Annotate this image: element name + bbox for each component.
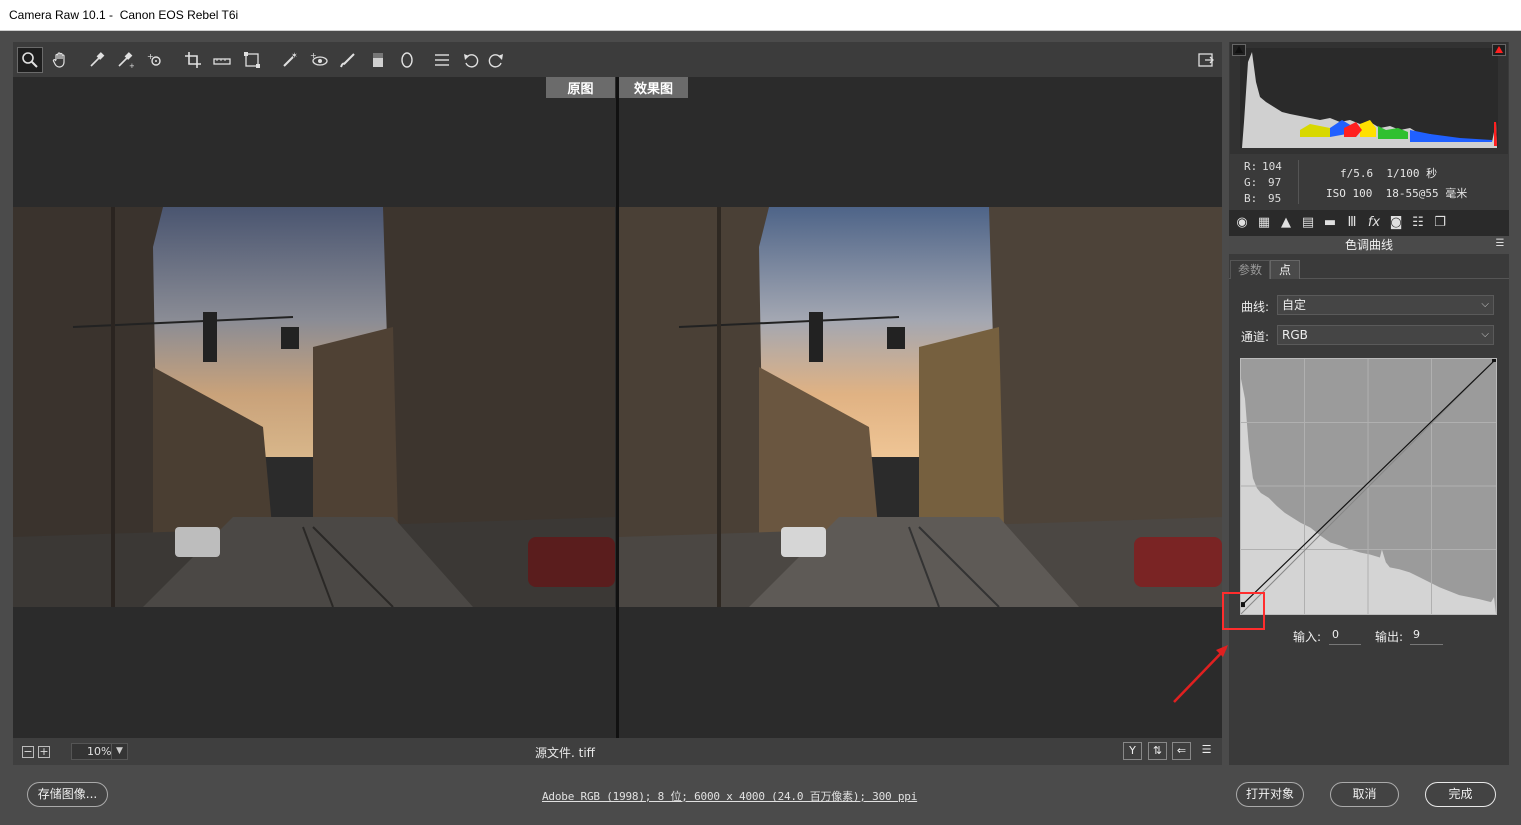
- rotate-right-icon[interactable]: [483, 47, 509, 73]
- zoom-in-button[interactable]: +: [38, 746, 50, 758]
- panel-header: 色调曲线 ☰: [1229, 236, 1509, 254]
- detail-panel-icon[interactable]: ▲: [1278, 215, 1294, 231]
- save-image-button[interactable]: 存储图像...: [27, 782, 108, 807]
- tab-parametric[interactable]: 参数: [1230, 260, 1270, 279]
- hand-tool-icon[interactable]: [47, 47, 73, 73]
- basic-panel-icon[interactable]: ◉: [1234, 215, 1250, 231]
- panel-title: 色调曲线: [1344, 238, 1393, 252]
- r-value: 104: [1262, 160, 1282, 173]
- tone-curve-panel-icon[interactable]: ▦: [1256, 215, 1272, 231]
- toolbar: + + ✶ +: [13, 42, 1222, 77]
- hsl-panel-icon[interactable]: ▤: [1300, 215, 1316, 231]
- lens-corrections-panel-icon[interactable]: Ⅲ: [1344, 215, 1360, 231]
- curve-preset-value: 自定: [1282, 298, 1307, 312]
- annotation-arrow-icon: [1173, 645, 1228, 703]
- radial-filter-icon[interactable]: [394, 47, 420, 73]
- channel-value: RGB: [1282, 328, 1308, 342]
- channel-label: 通道:: [1241, 330, 1270, 344]
- adjustment-brush-icon[interactable]: [335, 47, 361, 73]
- preferences-icon[interactable]: [429, 47, 455, 73]
- camera-calibration-panel-icon[interactable]: ◙: [1388, 215, 1404, 231]
- panel-tab-bar: ◉ ▦ ▲ ▤ ▬ Ⅲ fx ◙ ☷ ❐: [1229, 210, 1509, 236]
- red-eye-removal-icon[interactable]: +: [306, 47, 332, 73]
- open-object-button[interactable]: 打开对象: [1236, 782, 1304, 807]
- done-button[interactable]: 完成: [1425, 782, 1496, 807]
- input-value-field[interactable]: 0: [1329, 626, 1361, 645]
- exif-aperture-shutter: f/5.6 1/100 秒: [1340, 167, 1438, 180]
- source-filename: 源文件. tiff: [535, 746, 595, 760]
- targeted-adjustment-tool-icon[interactable]: +: [142, 47, 168, 73]
- after-label: 效果图: [619, 77, 688, 98]
- channel-select[interactable]: RGB ⌵: [1277, 325, 1494, 345]
- shadow-clipping-warning-icon[interactable]: [1232, 44, 1246, 56]
- straighten-tool-icon[interactable]: [209, 47, 235, 73]
- output-label: 输出:: [1375, 630, 1404, 644]
- tone-curve-subtabs: 参数 点: [1229, 258, 1509, 279]
- window-title: Camera Raw 10.1 - Canon EOS Rebel T6i: [9, 8, 239, 22]
- crop-tool-icon[interactable]: [180, 47, 206, 73]
- fullscreen-icon[interactable]: [1193, 47, 1219, 73]
- title-bar: Camera Raw 10.1 - Canon EOS Rebel T6i: [0, 0, 1521, 31]
- rgb-values: R: 104 G: 97 B: 95: [1244, 159, 1282, 207]
- panel-menu-icon[interactable]: ☰: [1495, 239, 1505, 249]
- zoom-tool-icon[interactable]: [17, 47, 43, 73]
- graduated-filter-icon[interactable]: [365, 47, 391, 73]
- chevron-down-icon: ⌵: [1481, 329, 1489, 340]
- snapshots-panel-icon[interactable]: ❐: [1432, 215, 1448, 231]
- before-after-view-icon[interactable]: Y: [1123, 742, 1142, 760]
- before-image: [13, 207, 615, 607]
- svg-text:+: +: [147, 52, 154, 61]
- copy-settings-icon[interactable]: ⇐: [1172, 742, 1191, 760]
- histogram: [1230, 42, 1508, 154]
- preview-area[interactable]: 原图 效果图: [13, 77, 1222, 738]
- svg-text:+: +: [129, 62, 134, 69]
- zoom-dropdown-chevron-icon[interactable]: ▼: [111, 743, 128, 760]
- readout-divider: [1298, 160, 1299, 204]
- exif-iso-lens: ISO 100 18-55@55 毫米: [1326, 187, 1468, 200]
- transform-tool-icon[interactable]: [239, 47, 265, 73]
- preview-status-bar: − + 10% ▼ 源文件. tiff Y ⇅ ⇐ ☰: [13, 738, 1222, 765]
- after-image: [619, 207, 1222, 607]
- white-balance-tool-icon[interactable]: [84, 47, 110, 73]
- highlight-clipping-warning-icon[interactable]: [1492, 44, 1506, 56]
- spot-removal-tool-icon[interactable]: ✶: [277, 47, 303, 73]
- curve-label: 曲线:: [1241, 300, 1270, 314]
- curve-preset-select[interactable]: 自定 ⌵: [1277, 295, 1494, 315]
- before-label: 原图: [546, 77, 615, 98]
- color-sampler-tool-icon[interactable]: +: [112, 47, 138, 73]
- tone-curve-graph[interactable]: [1240, 358, 1497, 615]
- tab-point[interactable]: 点: [1270, 260, 1300, 279]
- effects-panel-icon[interactable]: fx: [1366, 215, 1382, 231]
- output-value-field[interactable]: 9: [1410, 626, 1443, 645]
- cancel-button[interactable]: 取消: [1330, 782, 1399, 807]
- annotation-highlight-box: [1222, 592, 1265, 630]
- svg-text:+: +: [310, 51, 317, 60]
- presets-panel-icon[interactable]: ☷: [1410, 215, 1426, 231]
- b-label: B:: [1244, 192, 1258, 205]
- g-label: G:: [1244, 176, 1258, 189]
- rgb-exif-readout: R: 104 G: 97 B: 95 f/5.6 1/100 秒 ISO 100 18…: [1230, 154, 1508, 210]
- input-label: 输入:: [1293, 630, 1322, 644]
- svg-text:✶: ✶: [291, 51, 298, 60]
- zoom-out-button[interactable]: −: [22, 746, 34, 758]
- chevron-down-icon: ⌵: [1481, 299, 1489, 310]
- workflow-options-link[interactable]: Adobe RGB (1998); 8 位; 6000 x 4000 (24.0…: [542, 788, 917, 804]
- rotate-left-icon[interactable]: [458, 47, 484, 73]
- r-label: R:: [1244, 160, 1258, 173]
- b-value: 95: [1268, 192, 1282, 205]
- g-value: 97: [1268, 176, 1282, 189]
- split-toning-panel-icon[interactable]: ▬: [1322, 215, 1338, 231]
- toggle-settings-icon[interactable]: ☰: [1197, 742, 1216, 760]
- swap-settings-icon[interactable]: ⇅: [1148, 742, 1167, 760]
